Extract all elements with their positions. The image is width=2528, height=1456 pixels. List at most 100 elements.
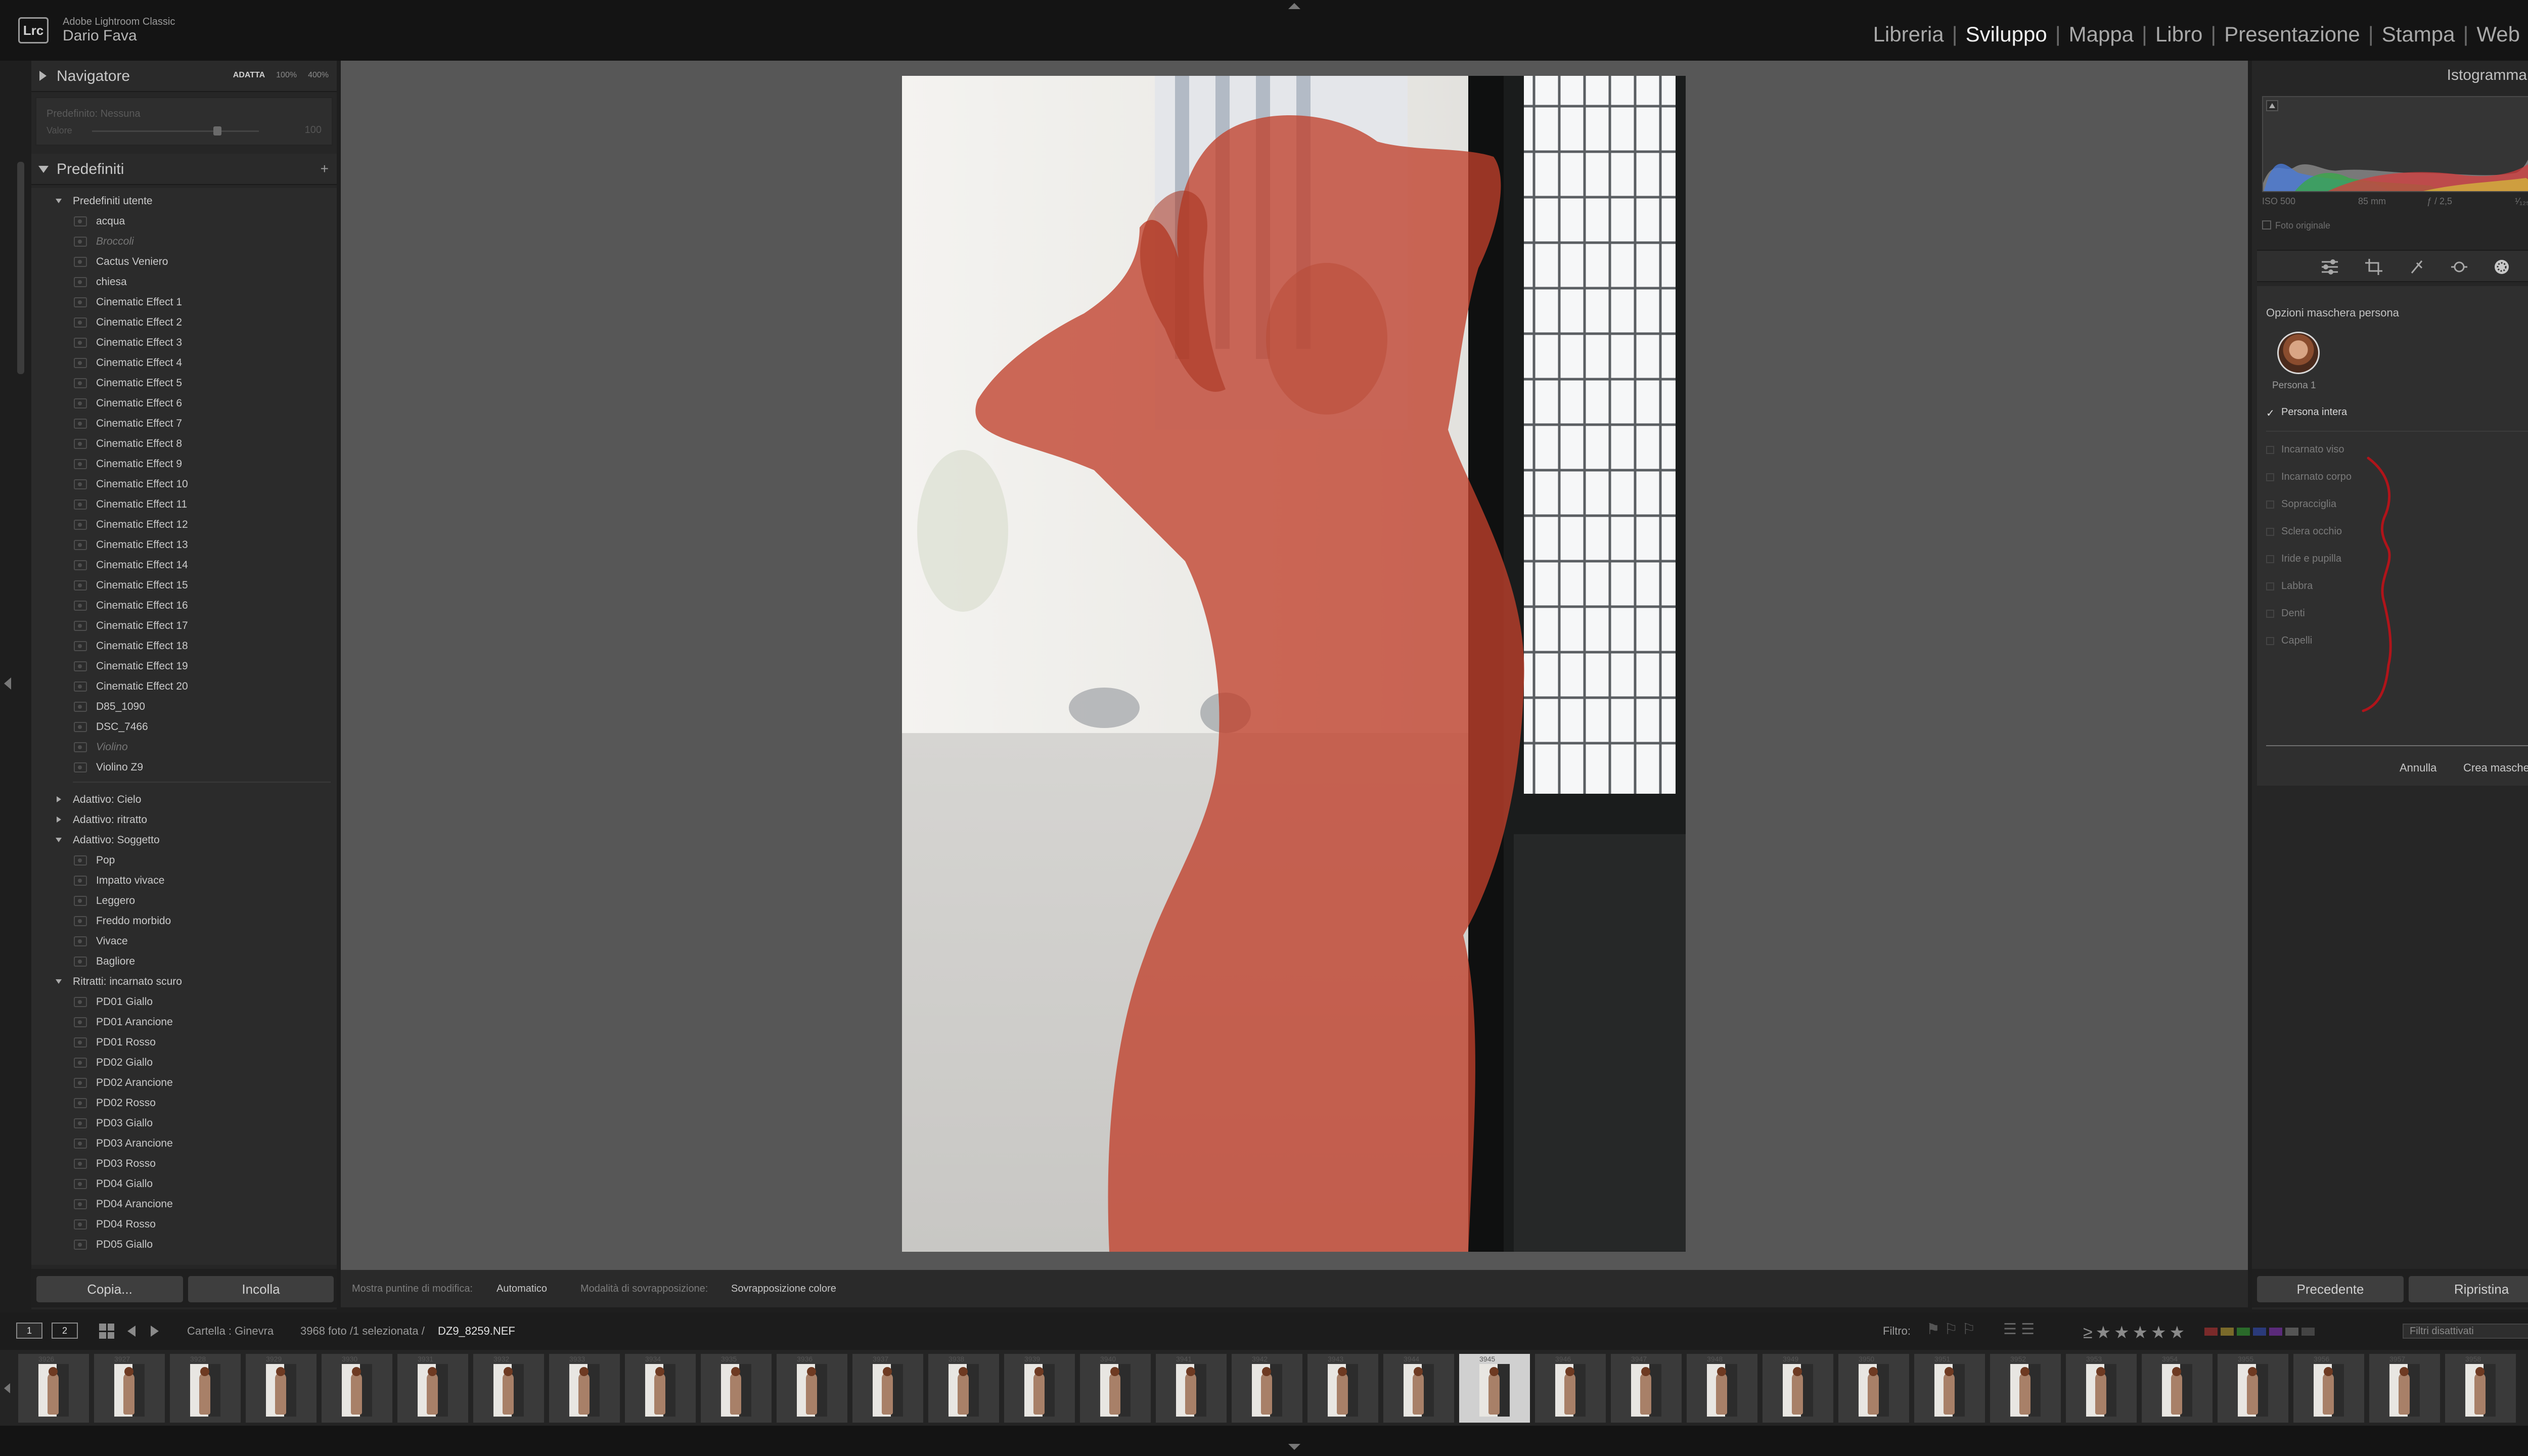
preset-item[interactable]: PD02 Giallo (31, 1054, 153, 1072)
next-photo-arrow-icon[interactable] (151, 1326, 159, 1337)
histogram-title[interactable]: Istogramma (2447, 67, 2527, 84)
preset-item[interactable]: Violino (31, 738, 128, 756)
filmstrip-thumbnail[interactable]: 3933 (549, 1354, 620, 1423)
filmstrip-thumbnail[interactable]: 3953 (2066, 1354, 2137, 1423)
expanded-triangle-icon[interactable] (56, 838, 62, 842)
preset-item[interactable]: PD04 Giallo (31, 1175, 153, 1193)
filmstrip-thumbnail[interactable]: 3941 (1156, 1354, 1227, 1423)
filmstrip-thumbnail[interactable]: 3954 (2142, 1354, 2213, 1423)
photo-with-mask-overlay[interactable] (902, 76, 1686, 1252)
color-label-filter[interactable] (2204, 1328, 2315, 1336)
module-mappa[interactable]: Mappa (2061, 22, 2142, 47)
preset-item[interactable]: Violino Z9 (31, 758, 143, 777)
filmstrip-thumbnail[interactable]: 3928 (170, 1354, 241, 1423)
checkbox[interactable] (2266, 582, 2274, 590)
filmstrip-thumbnail[interactable]: 3949 (1763, 1354, 1833, 1423)
mask-option-sopracciglia[interactable]: Sopracciglia (2266, 498, 2336, 510)
preset-item[interactable]: PD04 Rosso (31, 1215, 156, 1234)
mask-option-iride-e-pupilla[interactable]: Iride e pupilla (2266, 553, 2341, 565)
preset-group[interactable]: Predefiniti utente (31, 192, 153, 210)
overlay-mode-dropdown[interactable]: Sovrapposizione colore (731, 1283, 836, 1295)
filmstrip-thumbnail[interactable]: 3929 (246, 1354, 317, 1423)
mask-option-persona-intera[interactable]: Persona intera (2266, 406, 2347, 418)
preset-item[interactable]: Cinematic Effect 14 (31, 556, 188, 574)
preset-item[interactable]: Cinematic Effect 9 (31, 455, 182, 473)
checkbox[interactable] (2266, 473, 2274, 481)
preset-item[interactable]: PD01 Rosso (31, 1033, 156, 1052)
filmstrip-thumbnail[interactable]: 3945 (1459, 1354, 1530, 1423)
preset-item[interactable]: Cinematic Effect 6 (31, 394, 182, 413)
collapse-bottom-arrow-icon[interactable] (1288, 1444, 1300, 1450)
preset-item[interactable]: Cinematic Effect 10 (31, 475, 188, 493)
filmstrip-thumbnail[interactable]: 3944 (1383, 1354, 1454, 1423)
preset-item[interactable]: Broccoli (31, 233, 134, 251)
preset-item[interactable]: PD03 Giallo (31, 1114, 153, 1132)
rating-filter-stars[interactable]: ≥★★★★★ (2083, 1323, 2188, 1343)
main-screen-button[interactable]: 1 (16, 1323, 42, 1339)
preset-item[interactable]: DSC_7466 (31, 718, 148, 736)
preset-item[interactable]: Cinematic Effect 8 (31, 435, 182, 453)
zoom-option-400pct[interactable]: 400% (308, 71, 329, 80)
preset-item[interactable]: Cinematic Effect 12 (31, 516, 188, 534)
reset-button[interactable]: Ripristina (2409, 1276, 2528, 1302)
left-panel-scrollbar[interactable] (17, 162, 24, 374)
checkbox[interactable] (2266, 637, 2274, 645)
folder-breadcrumb[interactable]: Cartella : Ginevra (187, 1325, 274, 1338)
add-preset-icon[interactable]: + (321, 161, 329, 177)
preset-item[interactable]: PD04 Arancione (31, 1195, 173, 1213)
filmstrip-thumbnail[interactable]: 3927 (94, 1354, 165, 1423)
amount-slider-knob[interactable] (213, 126, 221, 135)
collapsed-triangle-icon[interactable] (57, 816, 61, 823)
preset-item[interactable]: PD05 Giallo (31, 1236, 153, 1254)
filmstrip-thumbnail[interactable]: 3955 (2218, 1354, 2288, 1423)
expanded-triangle-icon[interactable] (56, 979, 62, 984)
crop-icon[interactable] (2364, 258, 2384, 276)
create-mask-button[interactable]: Crea maschera (2463, 761, 2528, 775)
filmstrip-thumbnail[interactable]: 3934 (625, 1354, 696, 1423)
filmstrip-thumbnail[interactable]: 3957 (2369, 1354, 2440, 1423)
navigator-header[interactable]: Navigatore ADATTA 100% 400% (31, 61, 337, 92)
preset-item[interactable]: Cinematic Effect 19 (31, 657, 188, 675)
preset-item[interactable]: Cinematic Effect 4 (31, 354, 182, 372)
module-libro[interactable]: Libro (2147, 22, 2210, 47)
filmstrip-thumbnail[interactable]: 3940 (1080, 1354, 1151, 1423)
preset-item[interactable]: PD03 Arancione (31, 1134, 173, 1153)
preset-item[interactable]: PD03 Rosso (31, 1155, 156, 1173)
preset-item[interactable]: Cinematic Effect 20 (31, 677, 188, 696)
preset-item[interactable]: Cinematic Effect 15 (31, 576, 188, 595)
checkmark-icon[interactable] (2266, 407, 2274, 415)
preset-item[interactable]: Bagliore (31, 952, 135, 971)
histogram[interactable] (2262, 96, 2528, 192)
module-presentazione[interactable]: Presentazione (2216, 22, 2368, 47)
copy-button[interactable]: Copia... (36, 1276, 183, 1302)
checkbox[interactable] (2266, 500, 2274, 509)
filmstrip-thumbnail[interactable]: 3952 (1990, 1354, 2061, 1423)
mask-option-capelli[interactable]: Capelli (2266, 635, 2312, 647)
preset-item[interactable]: Leggero (31, 892, 135, 910)
preset-item[interactable]: Cinematic Effect 3 (31, 334, 182, 352)
preset-item[interactable]: Cactus Veniero (31, 253, 168, 271)
cancel-button[interactable]: Annulla (2400, 761, 2436, 775)
preset-item[interactable]: Freddo morbido (31, 912, 171, 930)
red-eye-icon[interactable] (2449, 258, 2469, 276)
checkbox[interactable] (2266, 555, 2274, 563)
flag-filter-icons[interactable]: ⚑ ⚐ ⚐ (1926, 1321, 1975, 1338)
preset-item[interactable]: Cinematic Effect 13 (31, 536, 188, 554)
zoom-option-100pct[interactable]: 100% (276, 71, 297, 80)
preset-group[interactable]: Ritratti: incarnato scuro (31, 973, 182, 991)
current-filename[interactable]: DZ9_8259.NEF (438, 1325, 515, 1338)
preset-item[interactable]: Cinematic Effect 5 (31, 374, 182, 392)
preset-item[interactable]: Cinematic Effect 2 (31, 313, 182, 332)
image-canvas[interactable] (341, 61, 2248, 1270)
filmstrip-thumbnail[interactable]: 3937 (852, 1354, 923, 1423)
mask-option-incarnato-corpo[interactable]: Incarnato corpo (2266, 471, 2352, 483)
preset-item[interactable]: Cinematic Effect 1 (31, 293, 182, 311)
filmstrip-scroll-left-icon[interactable] (4, 1383, 10, 1393)
filmstrip-thumbnail[interactable]: 3932 (473, 1354, 544, 1423)
filmstrip-thumbnail[interactable]: 3939 (1004, 1354, 1075, 1423)
preset-item[interactable]: acqua (31, 212, 125, 231)
filmstrip-thumbnail[interactable]: 3956 (2293, 1354, 2364, 1423)
preset-item[interactable]: PD01 Giallo (31, 993, 153, 1011)
pins-value-dropdown[interactable]: Automatico (496, 1283, 547, 1295)
filmstrip-thumbnail[interactable]: 3942 (1232, 1354, 1302, 1423)
